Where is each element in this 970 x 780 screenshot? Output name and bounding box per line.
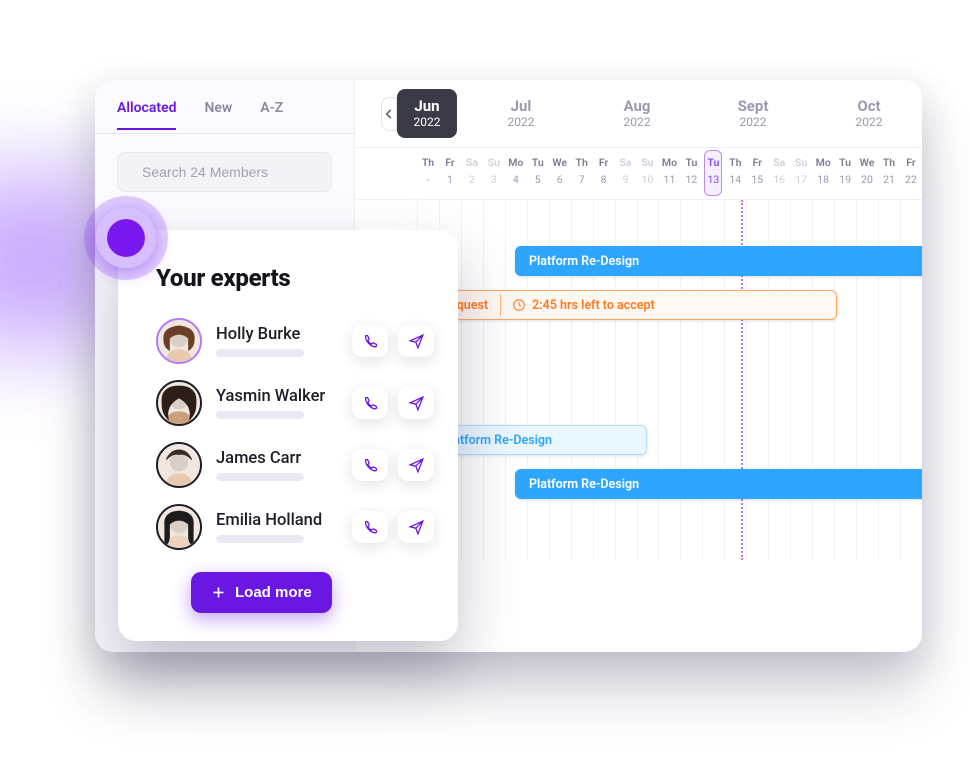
day--[interactable]: Th- [417,148,439,199]
day-3[interactable]: Su3 [483,148,505,199]
experts-title: Your experts [156,264,434,292]
day-14[interactable]: Th14 [724,148,746,199]
expert-actions [352,449,434,481]
expert-name: Yasmin Walker [216,387,338,406]
month-jun[interactable]: Jun2022 [397,89,457,137]
bar-divider [500,294,501,316]
expert-meta-placeholder [216,411,304,419]
call-button[interactable] [352,325,388,357]
search-input[interactable] [140,163,325,181]
plus-icon [211,585,226,600]
paper-plane-icon [408,333,425,350]
expert-actions [352,387,434,419]
day-1[interactable]: Fr1 [439,148,461,199]
expert-row: Yasmin Walker [156,372,434,434]
bar-platform-redesign-2[interactable]: latform Re-Design [437,425,647,455]
expert-name: James Carr [216,449,338,468]
day-22[interactable]: Fr22 [900,148,922,199]
month-jul[interactable]: Jul2022 [463,89,579,137]
day-9[interactable]: Sa9 [615,148,637,199]
search-field[interactable] [117,152,332,192]
prev-month-button[interactable] [381,97,397,131]
day-2[interactable]: Sa2 [461,148,483,199]
bar-countdown-label: 2:45 hrs left to accept [532,298,655,313]
bar-label: Platform Re-Design [529,477,639,492]
call-button[interactable] [352,449,388,481]
expert-meta-placeholder [216,349,304,357]
month-row: Jun2022Jul2022Aug2022Sept2022Oct2022 [397,89,922,137]
paper-plane-icon [408,457,425,474]
expert-meta-placeholder [216,535,304,543]
expert-name-col: Yasmin Walker [216,387,338,419]
timeline-header: Jun2022Jul2022Aug2022Sept2022Oct2022 [355,80,922,148]
clock-icon [512,298,526,312]
bar-platform-redesign-3[interactable]: Platform Re-Design [515,469,922,499]
expert-name-col: Emilia Holland [216,511,338,543]
phone-icon [362,457,379,474]
send-button[interactable] [398,449,434,481]
sidebar-tabs: Allocated New A-Z [117,100,332,134]
expert-actions [352,325,434,357]
chevron-left-icon [382,107,396,121]
day-17[interactable]: Su17 [790,148,812,199]
day-8[interactable]: Fr8 [593,148,615,199]
avatar[interactable] [156,504,202,550]
expert-row: Emilia Holland [156,496,434,558]
expert-name-col: Holly Burke [216,325,338,357]
day-10[interactable]: Su10 [637,148,659,199]
day-5[interactable]: Tu5 [527,148,549,199]
month-sept[interactable]: Sept2022 [695,89,811,137]
expert-row: James Carr [156,434,434,496]
experts-card: Your experts Holly Burke Yasmin Walker Jam… [118,230,458,641]
day-12[interactable]: Tu12 [680,148,702,199]
paper-plane-icon [408,519,425,536]
phone-icon [362,395,379,412]
day-13[interactable]: Tu13 [702,148,724,199]
expert-name-col: James Carr [216,449,338,481]
grid-col [461,200,483,560]
month-oct[interactable]: Oct2022 [811,89,922,137]
phone-icon [362,333,379,350]
day-header-row: Th-Fr1Sa2Su3Mo4Tu5We6Th7Fr8Sa9Su10Mo11Tu… [355,148,922,200]
day-18[interactable]: Mo18 [812,148,834,199]
day-20[interactable]: We20 [856,148,878,199]
month-aug[interactable]: Aug2022 [579,89,695,137]
decorative-orb [96,208,156,268]
send-button[interactable] [398,387,434,419]
expert-meta-placeholder [216,473,304,481]
load-more-label: Load more [235,584,312,601]
tab-az[interactable]: A-Z [260,100,283,130]
day-21[interactable]: Th21 [878,148,900,199]
call-button[interactable] [352,387,388,419]
expert-actions [352,511,434,543]
phone-icon [362,519,379,536]
day-4[interactable]: Mo4 [505,148,527,199]
bar-pending-request[interactable]: equest 2:45 hrs left to accept [437,290,837,320]
expert-row: Holly Burke [156,310,434,372]
paper-plane-icon [408,395,425,412]
experts-list: Holly Burke Yasmin Walker James Carr Emilia… [156,310,434,558]
tab-new[interactable]: New [204,100,232,130]
day-16[interactable]: Sa16 [768,148,790,199]
day-15[interactable]: Fr15 [746,148,768,199]
call-button[interactable] [352,511,388,543]
avatar[interactable] [156,442,202,488]
day-19[interactable]: Tu19 [834,148,856,199]
day-11[interactable]: Mo11 [658,148,680,199]
grid-col [483,200,505,560]
tab-allocated[interactable]: Allocated [117,100,176,130]
day-7[interactable]: Th7 [571,148,593,199]
bar-label: Platform Re-Design [529,254,639,269]
avatar[interactable] [156,380,202,426]
send-button[interactable] [398,325,434,357]
expert-name: Holly Burke [216,325,338,344]
bar-label: latform Re-Design [450,433,552,448]
expert-name: Emilia Holland [216,511,338,530]
avatar[interactable] [156,318,202,364]
day-6[interactable]: We6 [549,148,571,199]
send-button[interactable] [398,511,434,543]
load-more-button[interactable]: Load more [191,572,332,613]
bar-platform-redesign-1[interactable]: Platform Re-Design [515,246,922,276]
